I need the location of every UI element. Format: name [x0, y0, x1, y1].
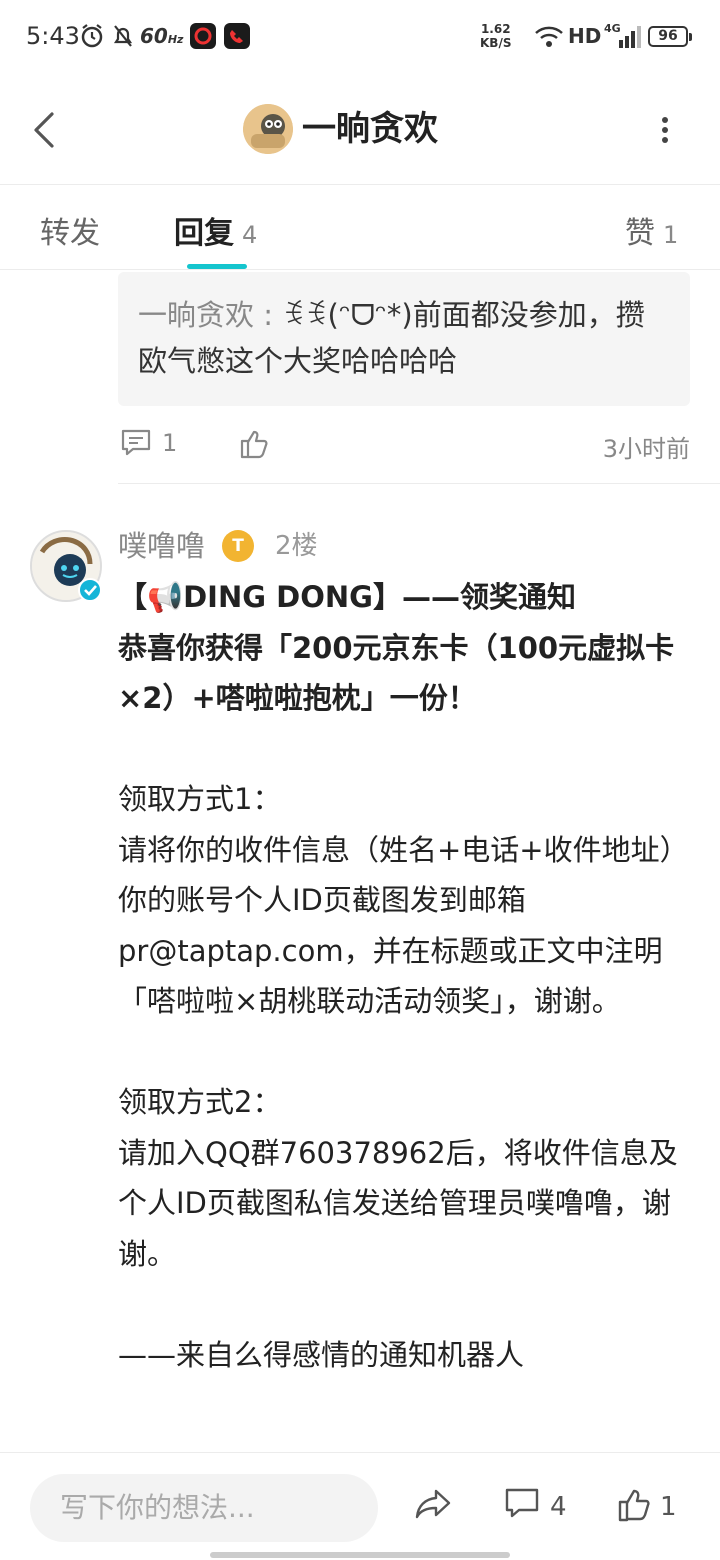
quoted-meta-row: 1 3小时前 [118, 420, 690, 470]
tab-replies[interactable]: 回复 4 [174, 208, 257, 252]
reply-body: 【📢DING DONG】——领奖通知 恭喜你获得「200元京东卡（100元虚拟卡… [118, 572, 690, 1380]
reply-line: 【📢DING DONG】——领奖通知 [118, 580, 576, 614]
battery-indicator: 96 [648, 26, 692, 47]
reply-line: 领取方式1： [118, 782, 282, 816]
tab-likes[interactable]: 赞1 [625, 208, 678, 252]
comment-count: 4 [550, 1492, 567, 1522]
alarm-icon [81, 24, 103, 48]
active-tab-indicator [187, 264, 247, 269]
replies-count: 4 [242, 221, 258, 249]
reply-line [118, 1027, 690, 1078]
page-title: 一晌贪欢 [302, 109, 438, 149]
bottom-action-bar: 写下你的想法... 4 1 [0, 1452, 720, 1560]
status-time: 5:43 [26, 22, 80, 50]
home-indicator[interactable] [210, 1552, 510, 1558]
reply-line: 恭喜你获得「200元京东卡（100元虚拟卡×2）+嗒啦啦抱枕」一份！ [118, 630, 675, 716]
comment-input[interactable]: 写下你的想法... [30, 1474, 378, 1542]
reply-line: 领取方式2： [118, 1085, 282, 1119]
top-nav: 一晌贪欢 [0, 78, 720, 185]
like-icon[interactable] [616, 1487, 652, 1523]
back-arrow-icon[interactable] [26, 108, 66, 152]
comment-icon[interactable] [504, 1487, 540, 1521]
hd-indicator: HD [568, 24, 602, 48]
quoted-comment[interactable]: 一晌贪欢 : ꉂꉂ(ᵔᗜᵔ*)前面都没参加，攒欧气憋这个大奖哈哈哈哈 [118, 272, 690, 406]
reply-line: ——来自么得感情的通知机器人 [118, 1337, 525, 1372]
netease-music-icon [190, 23, 216, 49]
tab-repost[interactable]: 转发 [40, 208, 100, 252]
quoted-timestamp: 3小时前 [602, 435, 690, 463]
refresh-rate: 60Hz [140, 24, 184, 48]
verified-badge-icon [78, 578, 102, 602]
phone-app-icon [224, 23, 250, 49]
like-count: 1 [660, 1492, 677, 1522]
mute-bell-icon [113, 25, 133, 47]
reply-username[interactable]: 噗噜噜 [118, 526, 205, 566]
network-speed: 1.62 KB/S [480, 22, 512, 50]
comment-icon[interactable] [120, 428, 152, 458]
divider [118, 483, 720, 484]
wifi-icon [535, 26, 563, 47]
author-avatar[interactable] [243, 104, 293, 154]
reply-line [118, 1279, 690, 1330]
like-icon[interactable] [238, 428, 270, 460]
signal-icon [619, 26, 641, 48]
floor-number: 2楼 [275, 531, 318, 561]
likes-count: 1 [663, 221, 679, 249]
reply-line: 请加入QQ群760378962后，将收件信息及个人ID页截图私信发送给管理员噗噜… [118, 1135, 678, 1271]
quoted-comment-count: 1 [162, 429, 178, 457]
tab-bar: 转发 回复 4 赞1 [0, 186, 720, 270]
status-bar: 5:43 60Hz 1.62 KB/S HD 4G 96 [0, 0, 720, 78]
reply-line: 请将你的收件信息（姓名+电话+收件地址）你的账号个人ID页截图发到邮箱pr@ta… [118, 832, 689, 1019]
reply-line [118, 724, 690, 775]
level-badge: T [222, 530, 254, 562]
quoted-author[interactable]: 一晌贪欢 [138, 298, 254, 332]
more-options-icon[interactable] [650, 108, 680, 152]
share-icon[interactable] [414, 1487, 452, 1521]
